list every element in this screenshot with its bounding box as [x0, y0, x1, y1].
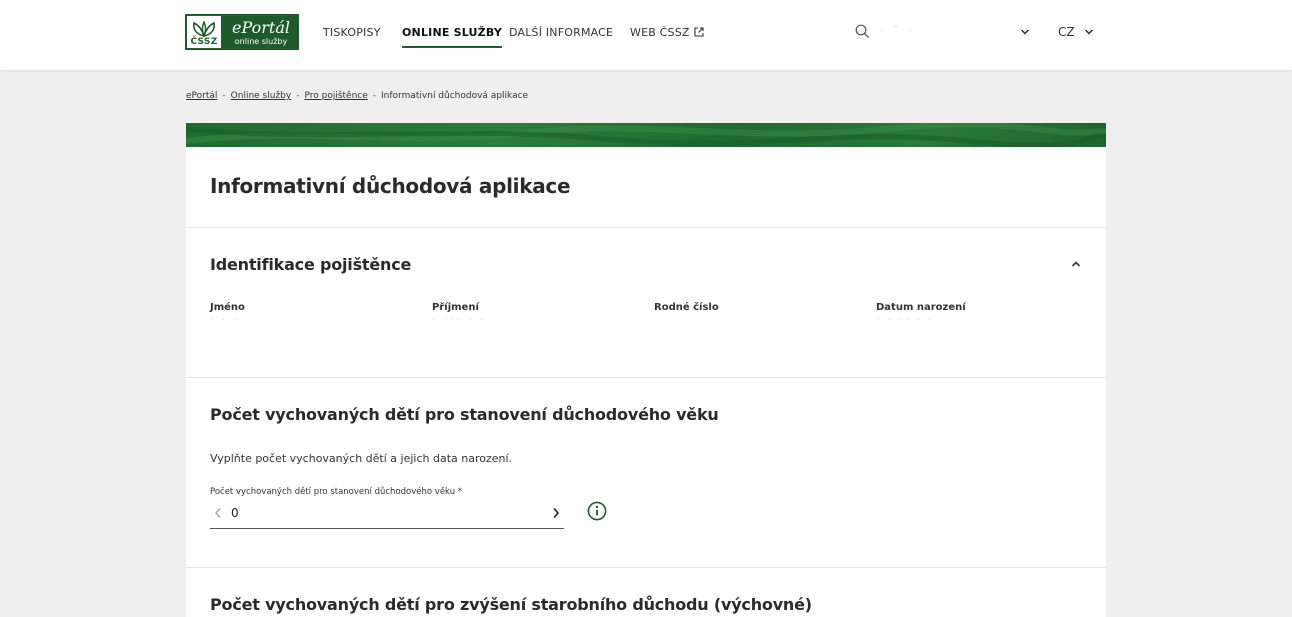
chevron-up-icon[interactable] [1071, 260, 1081, 268]
external-link-icon [694, 27, 704, 37]
field-value-prijmeni: ˙ ˙˙˙ ˙ ˙ [432, 319, 486, 329]
user-menu-chevron-down-icon[interactable] [1020, 28, 1030, 36]
nav-item-web-cssz-label: WEB ČSSZ [630, 26, 690, 39]
eportal-logo[interactable]: ČSSZ ePortál online služby [185, 14, 299, 50]
children-age-title: Počet vychovaných dětí pro stanovení důc… [210, 405, 719, 424]
top-header: ČSSZ ePortál online služby TISKOPISY ONL… [0, 0, 1292, 70]
page-title: Informativní důchodová aplikace [210, 174, 571, 198]
breadcrumb-current: Informativní důchodová aplikace [381, 91, 529, 101]
nav-item-online-sluzby[interactable]: ONLINE SLUŽBY [402, 26, 503, 48]
breadcrumb-separator: - [372, 91, 377, 101]
logo-brand-sub: online služby [234, 36, 288, 46]
breadcrumb-separator: - [222, 91, 226, 101]
title-section: Informativní důchodová aplikace [186, 147, 1106, 228]
breadcrumb-link-eportal[interactable]: ePortál [186, 91, 217, 101]
field-label-jmeno: Jméno [210, 302, 245, 313]
identification-section [186, 228, 1106, 378]
search-icon[interactable] [855, 24, 870, 39]
field-value-jmeno: ˙ ˙ ˙ [210, 319, 240, 329]
info-icon[interactable] [587, 501, 607, 521]
children-count-stepper[interactable]: 0 [210, 502, 564, 529]
logo-mark-text: ČSSZ [190, 37, 218, 47]
breadcrumb-separator: - [296, 91, 300, 101]
leaf-emblem-icon [193, 21, 215, 37]
children-count-value[interactable]: 0 [231, 506, 239, 520]
logo-brand-block: ePortál online služby [223, 14, 299, 50]
breadcrumb-link-online-sluzby[interactable]: Online služby [231, 91, 292, 101]
breadcrumb-link-pro-pojistence[interactable]: Pro pojištěnce [304, 91, 367, 101]
logo-brand: ePortál [232, 17, 290, 37]
field-value-datum-narozeni: ˙ ˙ ˙˙ ˙ ˙ [876, 319, 935, 329]
main-card: Informativní důchodová aplikace Identifi… [186, 147, 1106, 617]
user-name[interactable]: · ˘ · [880, 24, 1010, 40]
banner-pattern [186, 123, 1106, 147]
nav-item-web-cssz[interactable]: WEB ČSSZ [630, 26, 704, 48]
children-count-label: Počet vychovaných dětí pro stanovení důc… [210, 487, 463, 497]
language-selector[interactable]: CZ [1058, 25, 1075, 39]
field-label-datum-narozeni: Datum narození [876, 302, 966, 313]
children-age-hint: Vyplňte počet vychovaných dětí a jejich … [210, 452, 513, 465]
cssz-logo-mark: ČSSZ [185, 14, 223, 50]
breadcrumb: ePortál - Online služby - Pro pojištěnce - Inf… [186, 91, 528, 101]
chevron-right-icon[interactable] [552, 507, 560, 519]
nav-item-dalsi-informace[interactable]: DALŠÍ INFORMACE [509, 26, 613, 48]
chevron-left-icon[interactable] [214, 507, 222, 519]
nav-item-tiskopisy[interactable]: TISKOPISY [323, 26, 381, 48]
field-label-prijmeni: Příjmení [432, 302, 479, 313]
identification-title[interactable]: Identifikace pojištěnce [210, 255, 411, 274]
language-chevron-down-icon[interactable] [1084, 28, 1094, 36]
children-bonus-title: Počet vychovaných dětí pro zvýšení staro… [210, 595, 812, 614]
field-label-rodne-cislo: Rodné číslo [654, 302, 719, 313]
page-banner [186, 123, 1106, 147]
